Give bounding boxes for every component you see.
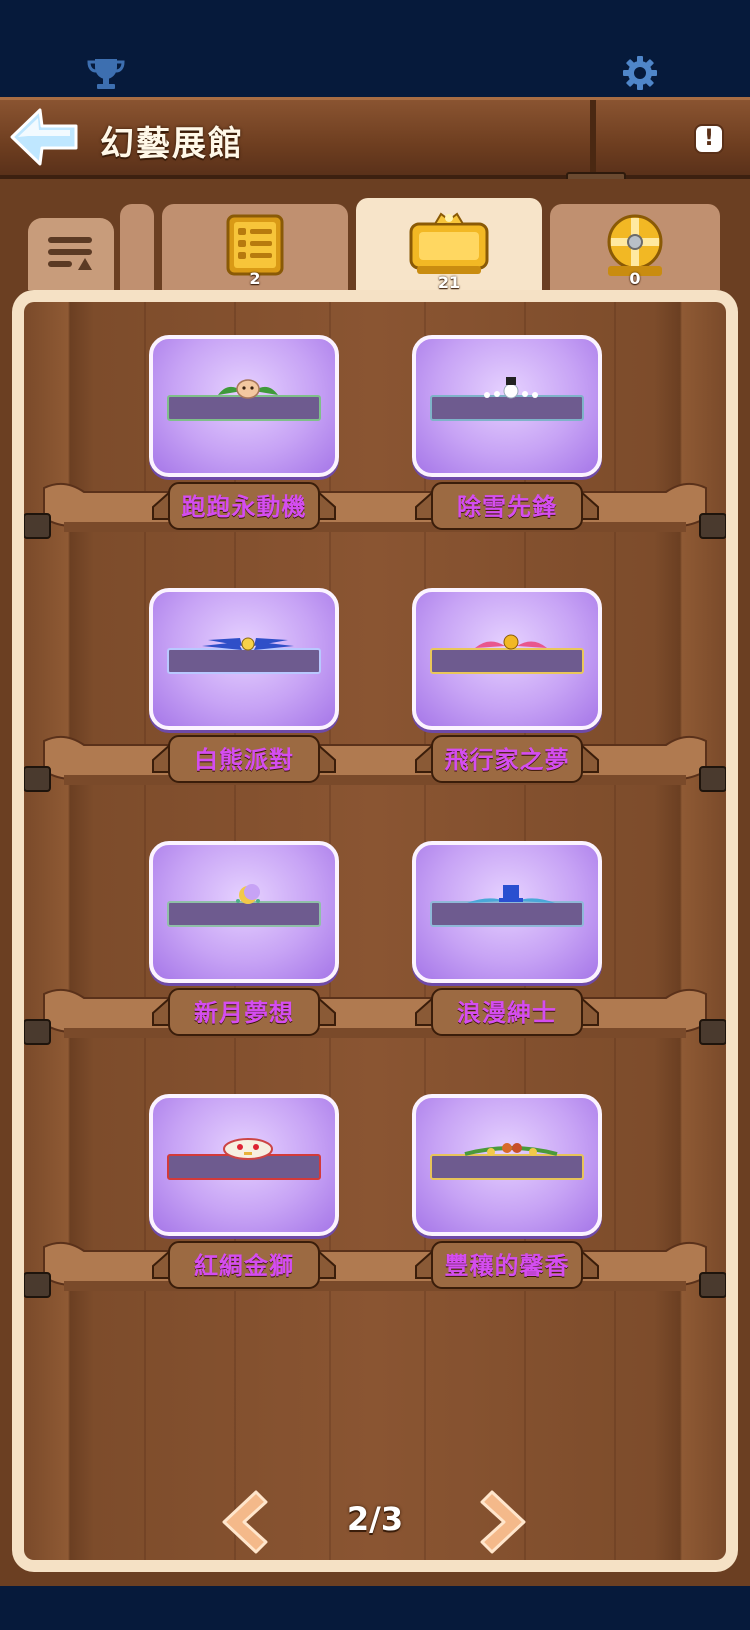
frame-name: 新月夢想 <box>194 999 294 1027</box>
shelf-4 <box>24 1237 726 1298</box>
frame-preview <box>412 588 602 730</box>
frame-preview <box>149 1094 339 1236</box>
frame-preview <box>149 335 339 477</box>
prev-page-chevron-icon[interactable] <box>216 1488 268 1556</box>
frame-preview <box>149 588 339 730</box>
tab-frames[interactable]: 21 <box>356 198 542 294</box>
sort-menu-button[interactable] <box>28 218 114 290</box>
frame-preview <box>412 1094 602 1236</box>
shelf-1 <box>24 478 726 539</box>
shelf-2 <box>24 731 726 792</box>
tab-list-count: 2 <box>249 269 261 288</box>
shelf-3 <box>24 984 726 1045</box>
tab-badge-count: 0 <box>629 269 641 288</box>
trophy-icon[interactable] <box>86 56 126 92</box>
snowman-icon <box>484 377 538 399</box>
lion-mask-icon <box>223 1138 273 1160</box>
frame-name: 紅綢金獅 <box>194 1252 294 1280</box>
frame-name: 豐穰的馨香 <box>444 1252 570 1280</box>
gear-icon[interactable] <box>622 55 658 91</box>
menu-sort-icon <box>48 237 92 270</box>
leaf-creature-icon <box>218 379 278 399</box>
frame-preview <box>149 841 339 983</box>
crescent-icon <box>236 884 260 904</box>
frame-name: 白熊派對 <box>194 746 294 774</box>
frame-name: 飛行家之夢 <box>444 746 570 774</box>
top-hat-icon <box>467 885 555 903</box>
pink-wings-icon <box>475 634 547 650</box>
bottom-bar <box>0 1586 750 1630</box>
tab-badge[interactable]: 0 <box>550 204 720 290</box>
tab-list[interactable]: 2 <box>162 204 348 290</box>
frame-preview <box>412 841 602 983</box>
next-page-chevron-icon[interactable] <box>480 1488 532 1556</box>
gold-frame-icon <box>409 212 489 274</box>
back-arrow-icon[interactable] <box>8 106 80 168</box>
tab-edge <box>120 204 154 290</box>
frame-name: 跑跑永動機 <box>181 493 307 521</box>
page-title: 幻藝展館 <box>100 124 244 164</box>
blue-wings-icon <box>202 637 294 651</box>
fruit-garland-icon <box>464 1143 558 1156</box>
frame-preview <box>412 335 602 477</box>
frame-name: 除雪先鋒 <box>457 493 557 521</box>
frame-name: 浪漫紳士 <box>457 999 557 1027</box>
info-button[interactable]: ! <box>694 124 724 154</box>
header-divider <box>590 100 596 178</box>
page-indicator: 2/3 <box>346 1500 404 1538</box>
